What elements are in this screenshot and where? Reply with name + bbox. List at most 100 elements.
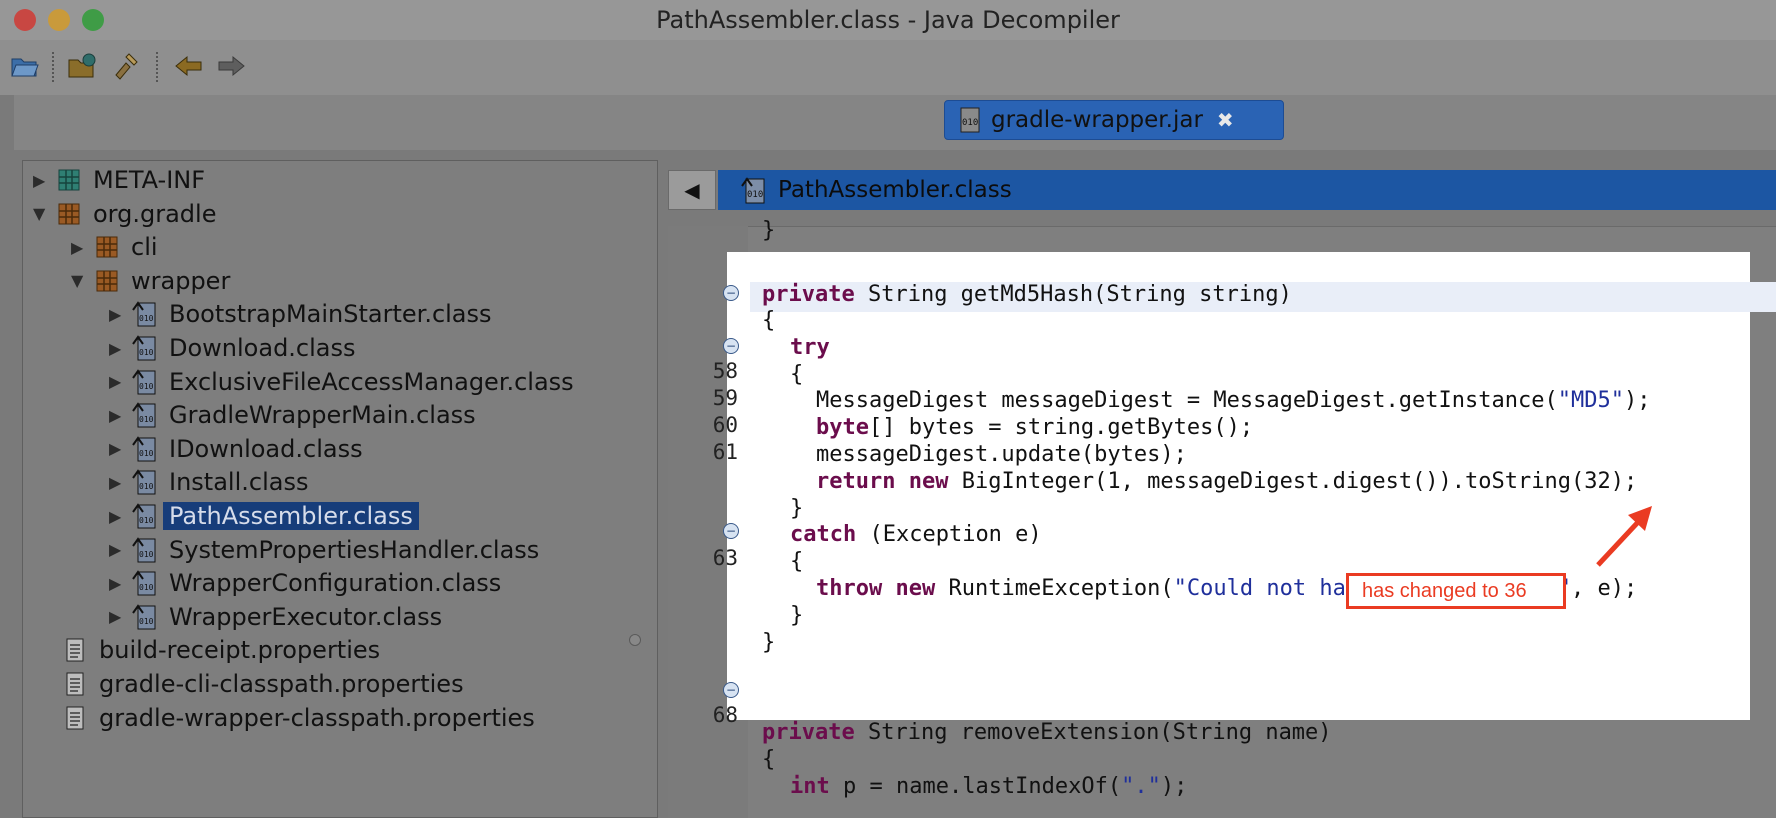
open-file-button[interactable] [8, 50, 42, 82]
tree-item[interactable]: ▶ META-INF [33, 163, 205, 197]
tree-item[interactable]: ▶ 010 WrapperExecutor.class [109, 600, 442, 634]
expand-arrow-icon[interactable]: ▶ [109, 574, 131, 593]
class-file-icon: 010 [131, 368, 159, 396]
class-tab-label: PathAssembler.class [778, 177, 1012, 203]
package-icon [93, 267, 121, 295]
annotation-callout: has changed to 36 [1346, 573, 1566, 609]
fold-toggle-icon[interactable]: − [723, 338, 739, 354]
tree-item-label: META-INF [93, 166, 206, 194]
tree-item[interactable]: ▶ 010 SystemPropertiesHandler.class [109, 533, 539, 567]
tree-item[interactable]: ▶ 010 GradleWrapperMain.class [109, 398, 476, 432]
line-number: 68 [712, 703, 738, 727]
tree-item[interactable]: ▼ org.gradle [33, 197, 216, 231]
search-icon [115, 53, 138, 80]
splitter-handle[interactable] [629, 634, 641, 646]
tree-item[interactable]: gradle-cli-classpath.properties [61, 667, 464, 701]
expand-arrow-icon[interactable]: ▶ [109, 607, 131, 626]
tree-item[interactable]: gradle-wrapper-classpath.properties [61, 701, 535, 735]
code-line: byte[] bytes = string.getBytes(); [816, 415, 1254, 440]
expand-arrow-icon[interactable]: ▶ [109, 507, 131, 526]
svg-text:010: 010 [139, 348, 154, 357]
class-file-icon: 010 [131, 334, 159, 362]
expand-arrow-icon[interactable]: ▶ [109, 473, 131, 492]
tree-item[interactable]: ▶ 010 WrapperConfiguration.class [109, 566, 501, 600]
svg-text:010: 010 [139, 382, 154, 391]
expand-arrow-icon[interactable]: ▶ [109, 540, 131, 559]
collapse-arrow-icon[interactable]: ▼ [33, 204, 55, 223]
class-file-icon: 010 [131, 569, 159, 597]
binary-file-icon: 010 [960, 107, 980, 133]
forward-icon [218, 55, 245, 77]
code-line: { [762, 308, 776, 333]
code-line: { [790, 549, 804, 574]
tree-item-label: Install.class [169, 468, 309, 497]
code-line: catch (Exception e) [790, 522, 1042, 547]
editor-back-button[interactable]: ◀ [668, 170, 716, 210]
code-line: } [762, 630, 776, 655]
tree-item-label: org.gradle [93, 199, 217, 228]
svg-text:010: 010 [139, 516, 154, 525]
file-tab-label: gradle-wrapper.jar [991, 107, 1203, 133]
tree-item[interactable]: ▶ 010 ExclusiveFileAccessManager.class [109, 365, 574, 399]
tree-item[interactable]: ▶ cli [71, 230, 158, 264]
tree-item-label: gradle-cli-classpath.properties [99, 670, 464, 698]
title-bar: PathAssembler.class - Java Decompiler [0, 0, 1776, 40]
code-line: { [790, 362, 804, 387]
text-file-icon [61, 704, 89, 732]
tree-item[interactable]: ▶ 010 Install.class [109, 465, 308, 499]
tree-item-label: GradleWrapperMain.class [169, 401, 476, 430]
code-line: } [762, 218, 776, 243]
tree-item[interactable]: ▶ 010 IDownload.class [109, 432, 363, 466]
fold-toggle-icon[interactable]: − [723, 682, 739, 698]
folder-icon [55, 166, 83, 194]
toolbar-separator [52, 52, 54, 82]
svg-text:010: 010 [139, 482, 154, 491]
tree-item[interactable]: ▶ 010 PathAssembler.class [109, 499, 419, 533]
svg-text:010: 010 [139, 550, 154, 559]
open-type-button[interactable] [66, 50, 100, 82]
line-number: 63 [712, 546, 738, 570]
expand-arrow-icon[interactable]: ▶ [33, 171, 55, 190]
class-file-icon: 010 [131, 536, 159, 564]
expand-arrow-icon[interactable]: ▶ [109, 339, 131, 358]
tree-item[interactable]: ▶ 010 Download.class [109, 331, 356, 365]
close-icon[interactable]: ✖ [1217, 108, 1234, 132]
svg-text:010: 010 [962, 118, 978, 128]
class-file-icon: 010 [131, 468, 159, 496]
svg-text:010: 010 [139, 449, 154, 458]
code-line: } [790, 603, 804, 628]
tree-item-label: PathAssembler.class [163, 502, 419, 530]
file-tab-strip: 010 gradle-wrapper.jar ✖ [14, 95, 1776, 150]
collapse-arrow-icon[interactable]: ▼ [71, 271, 93, 290]
expand-arrow-icon[interactable]: ▶ [109, 406, 131, 425]
class-tab[interactable]: 010 PathAssembler.class [718, 170, 1776, 210]
expand-arrow-icon[interactable]: ▶ [109, 439, 131, 458]
expand-arrow-icon[interactable]: ▶ [109, 305, 131, 324]
expand-arrow-icon[interactable]: ▶ [71, 238, 93, 257]
package-tree: ▶ META-INF ▼ org.gradle ▶ cli ▼ wrapper ▶ 010 Boot… [22, 160, 658, 818]
toolbar [0, 40, 1776, 95]
tree-item-label: WrapperExecutor.class [169, 602, 443, 631]
tree-item[interactable]: ▶ 010 BootstrapMainStarter.class [109, 297, 492, 331]
tree-item-label: gradle-wrapper-classpath.properties [99, 703, 535, 732]
fold-toggle-icon[interactable]: − [723, 523, 739, 539]
code-line: private String removeExtension(String na… [762, 720, 1332, 745]
tree-item[interactable]: ▼ wrapper [71, 264, 230, 298]
open-type-icon [68, 53, 96, 78]
code-line: return new BigInteger(1, messageDigest.d… [816, 469, 1638, 494]
expand-arrow-icon[interactable]: ▶ [109, 372, 131, 391]
back-button[interactable] [172, 50, 206, 82]
tree-item-label: IDownload.class [169, 434, 363, 463]
forward-button[interactable] [214, 50, 248, 82]
class-file-icon: 010 [131, 603, 159, 631]
fold-toggle-icon[interactable]: − [723, 285, 739, 301]
svg-text:010: 010 [139, 617, 154, 626]
code-line: MessageDigest messageDigest = MessageDig… [816, 388, 1651, 413]
class-file-icon: 010 [131, 435, 159, 463]
line-number: 60 [712, 413, 738, 437]
tree-item[interactable]: build-receipt.properties [61, 633, 380, 667]
code-line: } [790, 496, 804, 521]
search-button[interactable] [108, 50, 142, 82]
file-tab[interactable]: 010 gradle-wrapper.jar ✖ [944, 100, 1284, 140]
svg-text:010: 010 [747, 190, 763, 200]
